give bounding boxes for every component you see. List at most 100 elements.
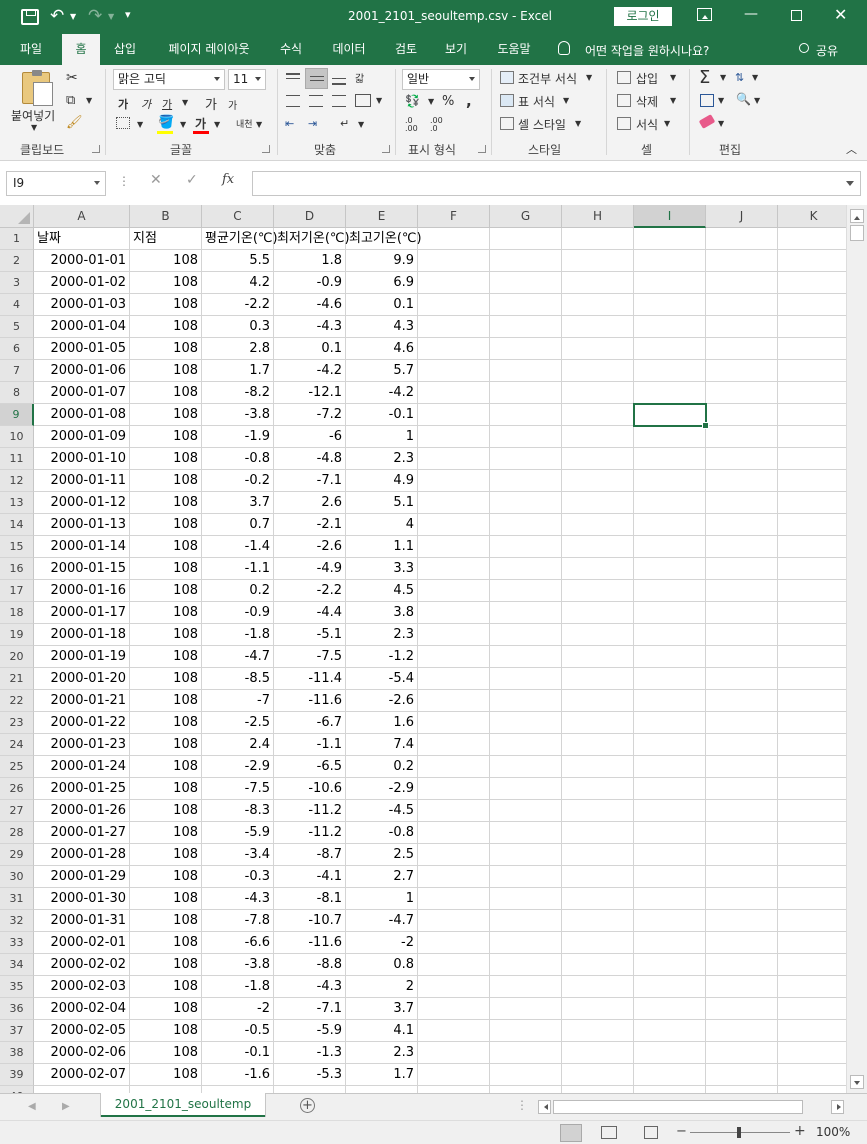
cell-g20[interactable] bbox=[490, 646, 562, 668]
cell-c33[interactable]: -6.6 bbox=[202, 932, 274, 954]
cell-d30[interactable]: -4.1 bbox=[274, 866, 346, 888]
paste-button[interactable]: 붙여넣기 bbox=[11, 107, 55, 124]
cell-j20[interactable] bbox=[706, 646, 778, 668]
cell-j17[interactable] bbox=[706, 580, 778, 602]
cell-i14[interactable] bbox=[634, 514, 706, 536]
cell-g17[interactable] bbox=[490, 580, 562, 602]
cell-a7[interactable]: 2000-01-06 bbox=[34, 360, 130, 382]
cell-h2[interactable] bbox=[562, 250, 634, 272]
align-middle-icon[interactable] bbox=[305, 68, 328, 89]
cell-k29[interactable] bbox=[778, 844, 846, 866]
cell-a12[interactable]: 2000-01-11 bbox=[34, 470, 130, 492]
cell-c23[interactable]: -2.5 bbox=[202, 712, 274, 734]
cell-a33[interactable]: 2000-02-01 bbox=[34, 932, 130, 954]
cell-d10[interactable]: -6 bbox=[274, 426, 346, 448]
cell-d32[interactable]: -10.7 bbox=[274, 910, 346, 932]
cell-f24[interactable] bbox=[418, 734, 490, 756]
cell-d20[interactable]: -7.5 bbox=[274, 646, 346, 668]
cell-d7[interactable]: -4.2 bbox=[274, 360, 346, 382]
row-header[interactable]: 12 bbox=[0, 470, 34, 492]
format-painter-icon[interactable]: 🖌 bbox=[66, 115, 83, 130]
share-button[interactable]: 공유 bbox=[816, 42, 838, 59]
cell-i38[interactable] bbox=[634, 1042, 706, 1064]
cell-d39[interactable]: -5.3 bbox=[274, 1064, 346, 1086]
cell-d9[interactable]: -7.2 bbox=[274, 404, 346, 426]
cell-g15[interactable] bbox=[490, 536, 562, 558]
cell-k27[interactable] bbox=[778, 800, 846, 822]
cell-a2[interactable]: 2000-01-01 bbox=[34, 250, 130, 272]
cell-k9[interactable] bbox=[778, 404, 846, 426]
row-header[interactable]: 21 bbox=[0, 668, 34, 690]
cell-a27[interactable]: 2000-01-26 bbox=[34, 800, 130, 822]
undo-icon[interactable]: ↶ bbox=[50, 6, 64, 26]
cell-h35[interactable] bbox=[562, 976, 634, 998]
cell-b29[interactable]: 108 bbox=[130, 844, 202, 866]
cell-c12[interactable]: -0.2 bbox=[202, 470, 274, 492]
cell-i32[interactable] bbox=[634, 910, 706, 932]
cell-i23[interactable] bbox=[634, 712, 706, 734]
cell-e6[interactable]: 4.6 bbox=[346, 338, 418, 360]
cell-k7[interactable] bbox=[778, 360, 846, 382]
cell-f33[interactable] bbox=[418, 932, 490, 954]
cell-j26[interactable] bbox=[706, 778, 778, 800]
cell-b23[interactable]: 108 bbox=[130, 712, 202, 734]
redo-dropdown-icon[interactable]: ▼ bbox=[108, 12, 114, 21]
cell-e10[interactable]: 1 bbox=[346, 426, 418, 448]
cell-b39[interactable]: 108 bbox=[130, 1064, 202, 1086]
login-button[interactable]: 로그인 bbox=[614, 7, 672, 26]
cell-c24[interactable]: 2.4 bbox=[202, 734, 274, 756]
cell-k2[interactable] bbox=[778, 250, 846, 272]
redo-icon[interactable]: ↷ bbox=[88, 6, 102, 26]
cell-d3[interactable]: -0.9 bbox=[274, 272, 346, 294]
cell-k12[interactable] bbox=[778, 470, 846, 492]
cell-c10[interactable]: -1.9 bbox=[202, 426, 274, 448]
row-header[interactable]: 9 bbox=[0, 404, 34, 426]
undo-dropdown-icon[interactable]: ▼ bbox=[70, 12, 76, 21]
cell-k23[interactable] bbox=[778, 712, 846, 734]
cell-i39[interactable] bbox=[634, 1064, 706, 1086]
cell-e8[interactable]: -4.2 bbox=[346, 382, 418, 404]
cell-i1[interactable] bbox=[634, 228, 706, 250]
column-header-j[interactable]: J bbox=[706, 205, 778, 228]
cell-c34[interactable]: -3.8 bbox=[202, 954, 274, 976]
cell-d5[interactable]: -4.3 bbox=[274, 316, 346, 338]
paste-doc-icon[interactable] bbox=[33, 82, 53, 106]
cell-g8[interactable] bbox=[490, 382, 562, 404]
cell-d36[interactable]: -7.1 bbox=[274, 998, 346, 1020]
cell-i8[interactable] bbox=[634, 382, 706, 404]
decrease-decimal-button[interactable]: .00 .0 bbox=[430, 117, 452, 133]
cell-h37[interactable] bbox=[562, 1020, 634, 1042]
cell-c21[interactable]: -8.5 bbox=[202, 668, 274, 690]
cell-k31[interactable] bbox=[778, 888, 846, 910]
cell-d15[interactable]: -2.6 bbox=[274, 536, 346, 558]
cell-g4[interactable] bbox=[490, 294, 562, 316]
cell-b15[interactable]: 108 bbox=[130, 536, 202, 558]
conditional-format-button[interactable]: 조건부 서식 bbox=[518, 70, 577, 87]
zoom-out-icon[interactable]: − bbox=[676, 1124, 687, 1139]
cell-b31[interactable]: 108 bbox=[130, 888, 202, 910]
cell-c11[interactable]: -0.8 bbox=[202, 448, 274, 470]
cell-j16[interactable] bbox=[706, 558, 778, 580]
row-header[interactable]: 33 bbox=[0, 932, 34, 954]
cell-i17[interactable] bbox=[634, 580, 706, 602]
cell-c39[interactable]: -1.6 bbox=[202, 1064, 274, 1086]
cell-d19[interactable]: -5.1 bbox=[274, 624, 346, 646]
cell-d26[interactable]: -10.6 bbox=[274, 778, 346, 800]
zoom-level[interactable]: 100% bbox=[816, 1125, 850, 1139]
column-header-c[interactable]: C bbox=[202, 205, 274, 228]
cell-j12[interactable] bbox=[706, 470, 778, 492]
cell-c1[interactable]: 평균기온(℃) bbox=[202, 228, 278, 250]
autosum-dropdown-icon[interactable]: ▼ bbox=[720, 73, 726, 82]
tab-data[interactable]: 데이터 bbox=[322, 34, 376, 65]
row-header[interactable]: 26 bbox=[0, 778, 34, 800]
cell-f31[interactable] bbox=[418, 888, 490, 910]
cell-e16[interactable]: 3.3 bbox=[346, 558, 418, 580]
row-header[interactable]: 13 bbox=[0, 492, 34, 514]
cell-j14[interactable] bbox=[706, 514, 778, 536]
cell-h15[interactable] bbox=[562, 536, 634, 558]
cell-f6[interactable] bbox=[418, 338, 490, 360]
cell-f29[interactable] bbox=[418, 844, 490, 866]
cell-c6[interactable]: 2.8 bbox=[202, 338, 274, 360]
conditional-dropdown-icon[interactable]: ▼ bbox=[586, 73, 592, 82]
font-name-select[interactable]: 맑은 고딕 bbox=[113, 69, 225, 90]
